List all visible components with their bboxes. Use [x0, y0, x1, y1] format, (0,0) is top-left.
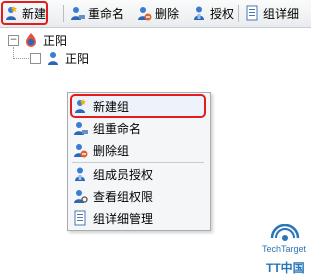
- menu-item-label: 组重命名: [93, 121, 142, 136]
- user-group-icon: [45, 50, 61, 66]
- menu-divider: [72, 162, 204, 163]
- new-group-icon: [3, 5, 19, 21]
- authorize-button-label: 授权: [210, 6, 235, 21]
- tree-child-label: 正阳: [65, 51, 90, 66]
- authorize-button[interactable]: 授权: [191, 3, 234, 23]
- menu-item-delete-group[interactable]: 删除组: [72, 140, 204, 160]
- delete-group-icon: [72, 142, 88, 158]
- menu-item-new-group[interactable]: 新建组: [70, 94, 206, 118]
- menu-item-member-authorize[interactable]: 组成员授权: [72, 164, 204, 184]
- checkbox-icon[interactable]: [30, 52, 41, 64]
- menu-item-rename-group[interactable]: 组重命名: [72, 118, 204, 138]
- toolbar-divider: [63, 5, 64, 22]
- rename-group-icon: [72, 120, 88, 136]
- new-group-icon: [72, 98, 88, 114]
- document-icon: [244, 5, 260, 21]
- menu-item-view-permissions[interactable]: 查看组权限: [72, 186, 204, 206]
- rename-button[interactable]: 重命名: [69, 3, 124, 23]
- menu-item-label: 组成员授权: [93, 167, 154, 182]
- tree-connector: [13, 58, 29, 60]
- menu-item-label: 删除组: [93, 143, 130, 158]
- delete-group-icon: [136, 5, 152, 21]
- root-org-icon: [23, 32, 39, 48]
- collapse-icon[interactable]: −: [8, 34, 19, 46]
- rename-group-icon: [69, 5, 85, 21]
- new-button[interactable]: 新建: [0, 1, 49, 25]
- watermark-line1: TechTarget: [262, 244, 307, 254]
- tree-child-node[interactable]: 正阳: [30, 49, 89, 67]
- delete-button[interactable]: 删除: [136, 3, 179, 23]
- delete-button-label: 删除: [155, 6, 180, 21]
- menu-item-details-manage[interactable]: 组详细管理: [72, 208, 204, 228]
- tree-root-node[interactable]: − 正阳: [8, 31, 67, 49]
- authorize-icon: [72, 166, 88, 182]
- toolbar-divider: [238, 5, 239, 22]
- rename-button-label: 重命名: [88, 6, 125, 21]
- authorize-icon: [191, 5, 207, 21]
- tree-root-label: 正阳: [43, 33, 68, 48]
- details-button-label: 组详细: [263, 6, 300, 21]
- details-button[interactable]: 组详细: [244, 3, 299, 23]
- toolbar: 新建 重命名 删除 授权 组详细: [0, 0, 311, 28]
- document-icon: [72, 210, 88, 226]
- new-button-label: 新建: [22, 6, 47, 21]
- context-menu: 新建组 组重命名 删除组 组成员授权 查看组权限 组详细管理: [67, 92, 211, 231]
- view-permissions-icon: [72, 188, 88, 204]
- watermark-line2: TT中国: [266, 261, 305, 275]
- menu-item-label: 组详细管理: [93, 211, 154, 226]
- menu-item-label: 新建组: [93, 99, 130, 114]
- menu-item-label: 查看组权限: [93, 189, 154, 204]
